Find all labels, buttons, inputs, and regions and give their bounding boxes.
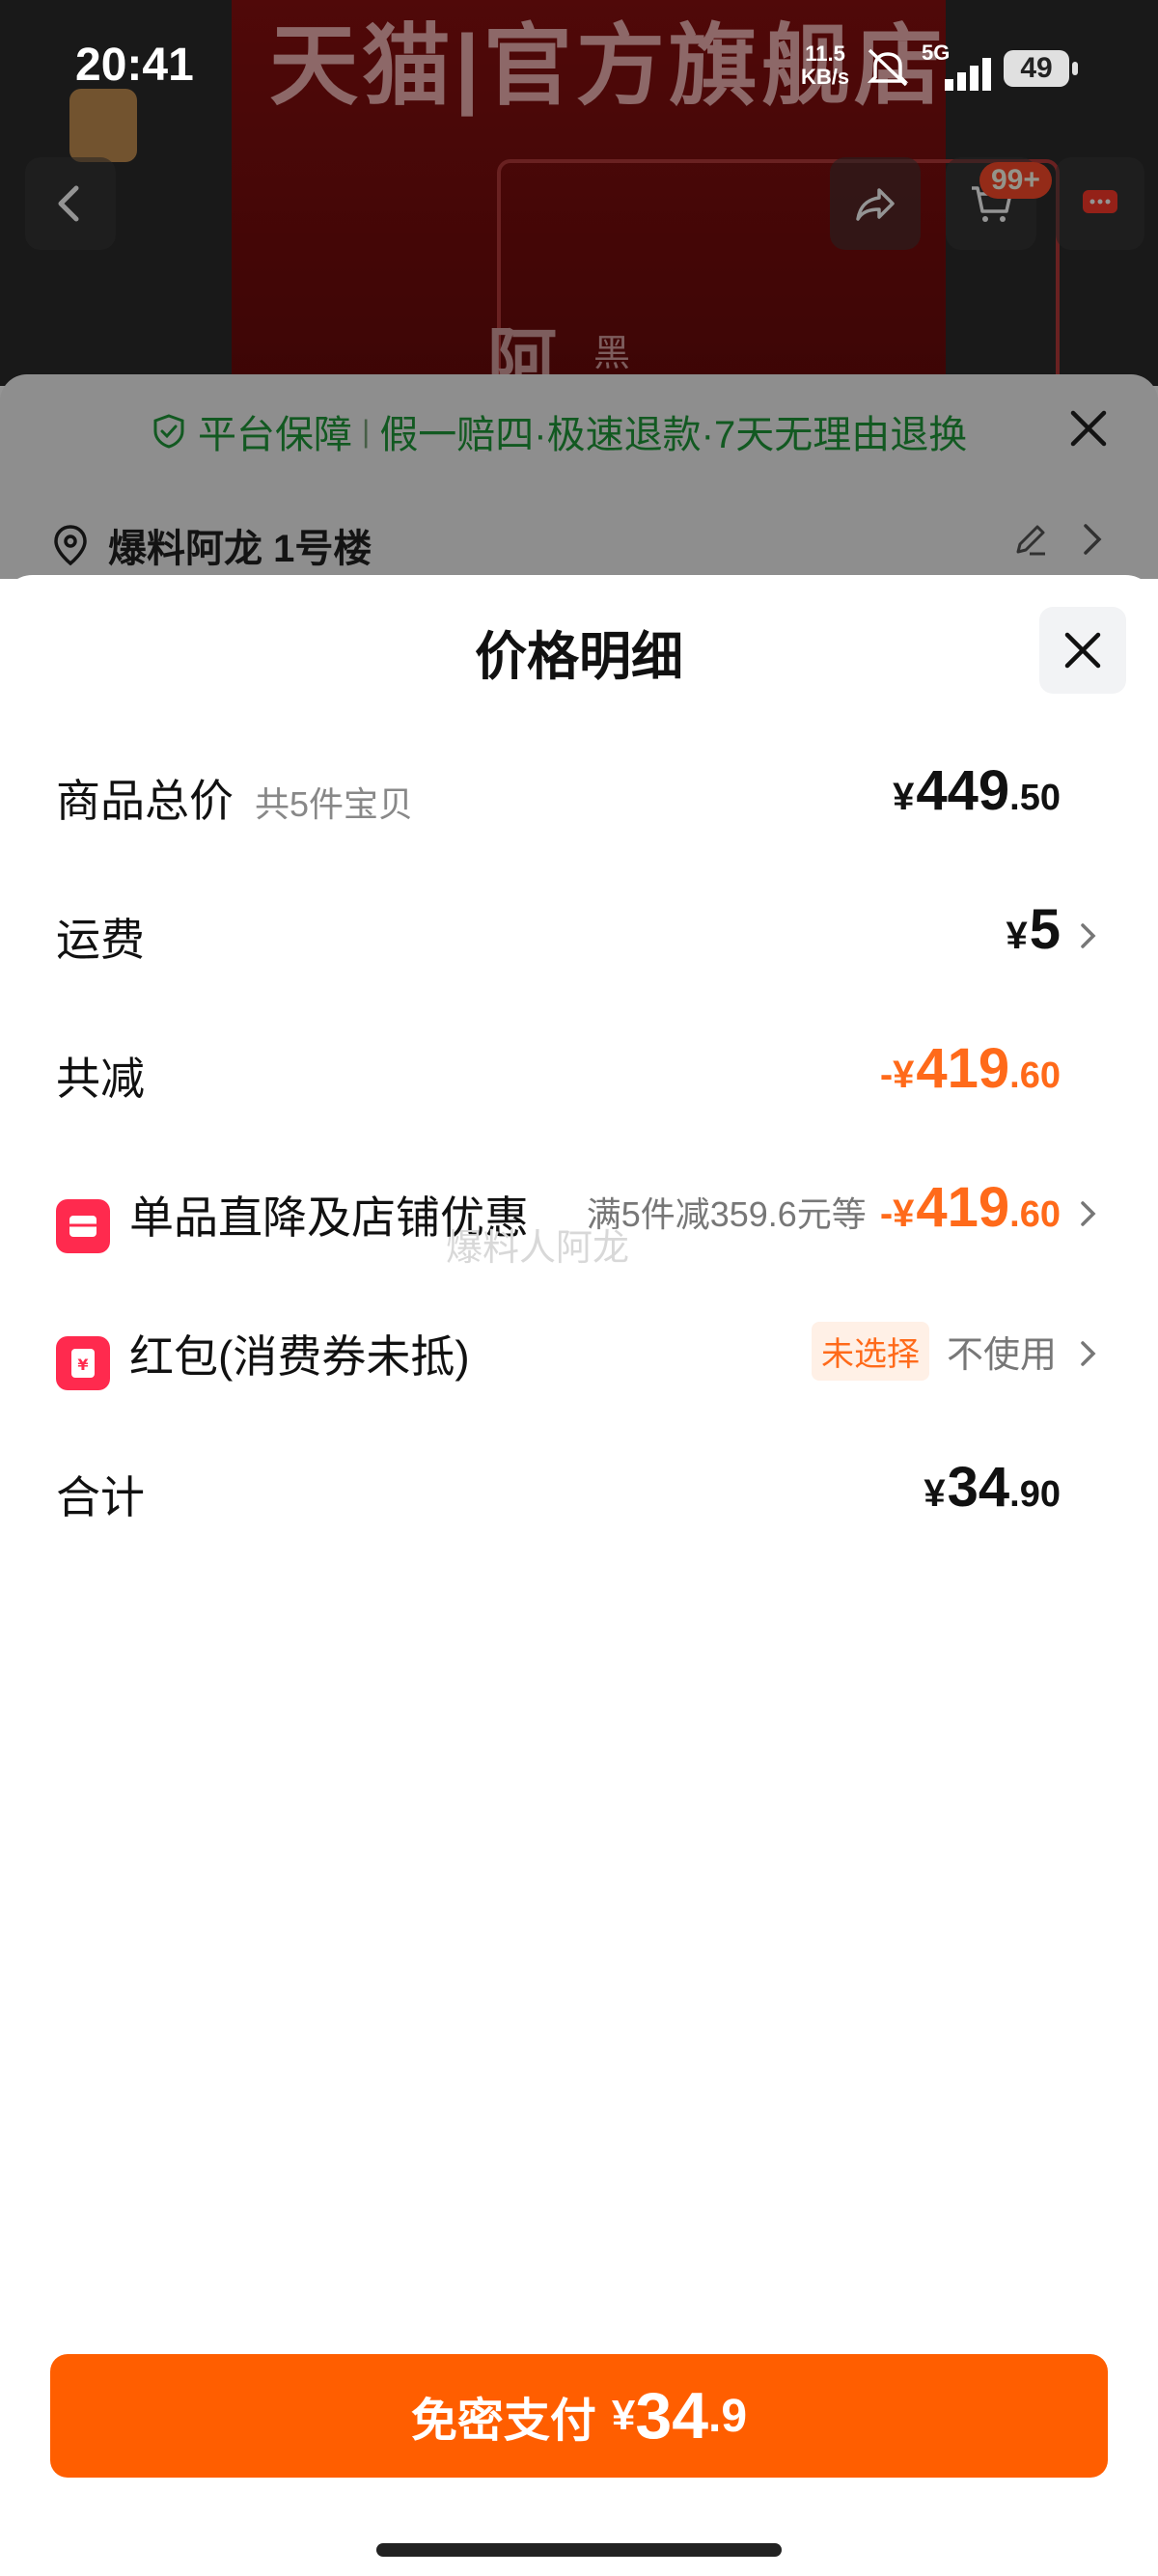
store-discount-value-group: 满5件减359.6元等 -¥ 419 .60 [587, 1175, 1103, 1240]
close-icon [1064, 632, 1101, 669]
home-indicator[interactable] [376, 2543, 782, 2557]
watermark: 爆料人阿龙 [446, 1228, 630, 1269]
red-packet-label-group: ¥ 红包(消费券未抵) [56, 1322, 470, 1390]
network-speed-unit: KB/s [801, 65, 850, 89]
total-goods-label-group: 商品总价 共5件宝贝 [56, 766, 413, 830]
price-integer: 449 [916, 759, 1010, 822]
battery-indicator: 49 [1004, 50, 1078, 87]
sum-price: ¥ 34 .90 [924, 1455, 1061, 1520]
sum-label-group: 合计 [56, 1463, 145, 1526]
pay-currency: ¥ [611, 2392, 636, 2439]
pay-amount-integer: 34 [635, 2379, 709, 2453]
price-decimal: .90 [1009, 1474, 1061, 1515]
total-reduce-price: -¥ 419 .60 [880, 1036, 1061, 1101]
pay-label: 免密支付 [410, 2396, 596, 2447]
total-reduce-label-group: 共减 [56, 1044, 145, 1108]
unselected-tag: 未选择 [811, 1322, 929, 1381]
store-discount-price: -¥ 419 .60 [880, 1175, 1061, 1240]
shipping-row[interactable]: 运费 ¥ 5 [56, 897, 1103, 974]
chevron-right-icon[interactable] [1074, 1197, 1103, 1230]
shipping-value-group: ¥ 5 [1006, 897, 1103, 962]
network-speed: 11.5 KB/s [801, 42, 849, 89]
chevron-right-icon[interactable] [1074, 919, 1103, 952]
shipping-price: ¥ 5 [1006, 897, 1061, 962]
pay-amount-decimal: .9 [708, 2390, 748, 2442]
total-goods-row: 商品总价 共5件宝贝 ¥ 449 .50 [56, 758, 1103, 836]
total-goods-price: ¥ 449 .50 [893, 758, 1061, 823]
signal-strength-icon [945, 58, 991, 91]
red-packet-label: 红包(消费券未抵) [129, 1331, 470, 1382]
red-packet-value-group: 未选择 不使用 [811, 1322, 1103, 1381]
total-goods-label: 商品总价 [56, 776, 234, 826]
total-goods-value-group: ¥ 449 .50 [893, 758, 1103, 823]
svg-text:¥: ¥ [77, 1356, 88, 1374]
price-currency: -¥ [879, 1054, 915, 1096]
price-currency: ¥ [893, 776, 915, 818]
price-integer: 419 [916, 1037, 1010, 1100]
sum-value-group: ¥ 34 .90 [924, 1455, 1103, 1520]
price-decimal: .50 [1009, 778, 1061, 818]
price-decimal: .60 [1009, 1194, 1061, 1235]
pay-button[interactable]: 免密支付 ¥ 34 .9 [50, 2354, 1108, 2478]
total-reduce-value-group: -¥ 419 .60 [880, 1036, 1103, 1101]
price-integer: 419 [916, 1176, 1010, 1239]
chevron-right-icon[interactable] [1074, 1337, 1103, 1370]
status-time: 20:41 [75, 40, 194, 91]
red-packet-row[interactable]: ¥ 红包(消费券未抵) 未选择 不使用 [56, 1314, 1103, 1391]
price-currency: ¥ [924, 1472, 946, 1515]
price-detail-sheet: 价格明细 商品总价 共5件宝贝 ¥ 449 .50 运费 ¥ 5 共减 -¥ 4… [0, 575, 1158, 2576]
item-count-text: 共5件宝贝 [255, 784, 414, 824]
sheet-title: 价格明细 [475, 628, 683, 686]
status-bar: 20:41 11.5 KB/s 5G 49 [0, 0, 1158, 135]
price-decimal: .60 [1009, 1055, 1061, 1096]
red-packet-value: 不使用 [946, 1335, 1057, 1376]
bell-muted-icon [867, 48, 909, 87]
sheet-close-button[interactable] [1039, 607, 1126, 694]
shipping-label-group: 运费 [56, 905, 145, 969]
red-packet-icon: ¥ [56, 1336, 110, 1390]
price-currency: ¥ [1006, 915, 1028, 957]
price-currency: -¥ [879, 1192, 915, 1235]
store-discount-icon [56, 1199, 110, 1253]
network-speed-value: 11.5 [805, 41, 845, 66]
sum-label: 合计 [56, 1472, 145, 1522]
sum-row: 合计 ¥ 34 .90 [56, 1455, 1103, 1532]
total-reduce-row: 共减 -¥ 419 .60 [56, 1036, 1103, 1113]
price-integer: 5 [1029, 898, 1061, 961]
price-integer: 34 [947, 1456, 1010, 1519]
shipping-label: 运费 [56, 915, 145, 965]
total-reduce-label: 共减 [56, 1054, 145, 1104]
